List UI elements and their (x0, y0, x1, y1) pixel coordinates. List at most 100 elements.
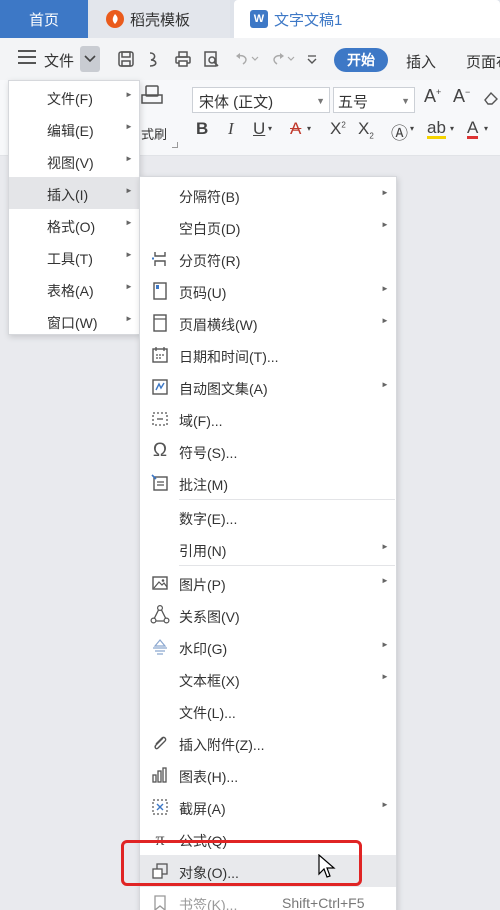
strikethrough-icon[interactable]: A (290, 119, 301, 139)
menu-item-header-line[interactable]: 页眉横线(W) ► (140, 307, 396, 339)
submenu-arrow-icon: ► (125, 314, 133, 323)
menu-item-chart[interactable]: 图表(H)... (140, 759, 396, 791)
menu-item-edit[interactable]: 编辑(E) ► (9, 113, 139, 145)
menu-item-comment[interactable]: 批注(M) (140, 467, 396, 499)
submenu-arrow-icon: ► (381, 188, 389, 197)
submenu-arrow-icon: ► (381, 316, 389, 325)
font-family-select[interactable]: 宋体 (正文) ▼ (192, 87, 330, 113)
redo-icon[interactable] (268, 49, 288, 69)
tab-template-label: 稻壳模板 (130, 11, 191, 29)
undo-dropdown-icon[interactable] (250, 49, 260, 69)
menu-item-attachment[interactable]: 插入附件(Z)... (140, 727, 396, 759)
underline-icon[interactable]: U (253, 119, 265, 139)
menu-item-insert[interactable]: 插入(I) ► (9, 177, 139, 209)
font-color-icon[interactable]: A (467, 119, 479, 139)
font-color-dropdown-icon[interactable]: ▾ (484, 124, 488, 133)
clipboard-group-expander[interactable] (172, 142, 178, 148)
header-line-icon (150, 313, 170, 333)
menu-item-blank-page[interactable]: 空白页(D) ► (140, 211, 396, 243)
submenu-arrow-icon: ► (381, 542, 389, 551)
bookmark-shortcut: Shift+Ctrl+F5 (282, 895, 365, 910)
underline-dropdown-icon[interactable]: ▾ (268, 124, 272, 133)
menu-item-separator[interactable]: 分隔符(B) ► (140, 179, 396, 211)
font-size-select[interactable]: 五号 ▼ (333, 87, 415, 113)
text-effect-dropdown-icon[interactable]: ▾ (410, 124, 414, 133)
file-dropdown-chevron-icon[interactable] (80, 46, 100, 72)
submenu-arrow-icon: ► (125, 282, 133, 291)
subscript-icon[interactable]: X2 (358, 119, 374, 140)
print-preview-icon[interactable] (201, 49, 221, 69)
submenu-arrow-icon: ► (125, 154, 133, 163)
submenu-arrow-icon: ► (381, 284, 389, 293)
menu-item-field[interactable]: 域(F)... (140, 403, 396, 435)
submenu-arrow-icon: ► (381, 640, 389, 649)
undo-icon[interactable] (232, 49, 252, 69)
menu-item-file[interactable]: 文件(F) ► (9, 81, 139, 113)
menu-item-screenshot[interactable]: 截屏(A) ► (140, 791, 396, 823)
text-effect-icon[interactable]: Ⓐ (391, 119, 408, 144)
tab-insert[interactable]: 插入 (406, 51, 436, 72)
tab-home[interactable]: 首页 (0, 0, 88, 38)
redo-dropdown-icon[interactable] (286, 49, 296, 69)
highlight-icon[interactable]: ab (427, 119, 446, 139)
menu-item-symbol[interactable]: Ω 符号(S)... (140, 435, 396, 467)
quick-toolbar: 文件 开始 插入 页面布 (0, 38, 500, 80)
highlight-dropdown-icon[interactable]: ▾ (450, 124, 454, 133)
comment-icon (150, 473, 170, 493)
menu-separator (179, 565, 395, 566)
hamburger-menu-icon[interactable] (18, 50, 36, 66)
menu-item-relation-chart[interactable]: 关系图(V) (140, 599, 396, 631)
export-pdf-icon[interactable] (145, 49, 165, 69)
menu-item-number[interactable]: 数字(E)... (140, 501, 396, 533)
field-icon (150, 409, 170, 429)
tab-start[interactable]: 开始 (334, 48, 388, 72)
title-tab-bar: 首页 稻壳模板 W 文字文稿1 (0, 0, 500, 38)
tab-template[interactable]: 稻壳模板 (90, 0, 230, 38)
menu-item-view[interactable]: 视图(V) ► (9, 145, 139, 177)
italic-icon[interactable]: I (228, 119, 234, 139)
menu-item-reference[interactable]: 引用(N) ► (140, 533, 396, 565)
bold-icon[interactable]: B (196, 119, 208, 139)
menu-item-watermark[interactable]: 水印(G) ► (140, 631, 396, 663)
daoke-logo-icon (106, 10, 124, 28)
picture-icon (150, 573, 170, 593)
print-icon[interactable] (173, 49, 193, 69)
submenu-arrow-icon: ► (125, 186, 133, 195)
menu-item-date-time[interactable]: 日期和时间(T)... (140, 339, 396, 371)
tab-document[interactable]: W 文字文稿1 (234, 0, 500, 38)
menu-item-window[interactable]: 窗口(W) ► (9, 305, 139, 337)
format-painter-icon[interactable] (140, 84, 164, 106)
menu-item-autotext[interactable]: 自动图文集(A) ► (140, 371, 396, 403)
font-size-value: 五号 (338, 94, 369, 111)
menu-item-bookmark[interactable]: 书签(K)... Shift+Ctrl+F5 (140, 887, 396, 910)
chart-icon (150, 765, 170, 785)
menu-item-insert-file[interactable]: 文件(L)... (140, 695, 396, 727)
menu-item-table[interactable]: 表格(A) ► (9, 273, 139, 305)
menu-item-page-number[interactable]: 页码(U) ► (140, 275, 396, 307)
clear-format-icon[interactable] (482, 90, 500, 106)
file-menu-button[interactable]: 文件 (44, 50, 74, 71)
relation-icon (150, 605, 170, 625)
menu-item-textbox[interactable]: 文本框(X) ► (140, 663, 396, 695)
writer-doc-icon: W (250, 10, 268, 28)
tab-page-layout[interactable]: 页面布 (466, 51, 500, 72)
save-icon[interactable] (116, 49, 136, 69)
shrink-font-icon[interactable]: A− (453, 86, 470, 107)
strikethrough-dropdown-icon[interactable]: ▾ (307, 124, 311, 133)
submenu-arrow-icon: ► (381, 576, 389, 585)
menu-item-format[interactable]: 格式(O) ► (9, 209, 139, 241)
menu-item-tools[interactable]: 工具(T) ► (9, 241, 139, 273)
format-painter-label[interactable]: 式刷 (141, 124, 167, 143)
grow-font-icon[interactable]: A+ (424, 86, 441, 107)
customize-toolbar-icon[interactable] (302, 49, 322, 69)
submenu-arrow-icon: ► (125, 122, 133, 131)
menu-item-picture[interactable]: 图片(P) ► (140, 567, 396, 599)
menu-item-page-break[interactable]: 分页符(R) (140, 243, 396, 275)
omega-icon: Ω (152, 440, 168, 461)
superscript-icon[interactable]: X2 (330, 119, 346, 139)
calendar-icon (150, 345, 170, 365)
tab-home-label: 首页 (28, 11, 59, 29)
watermark-icon (150, 637, 170, 657)
submenu-arrow-icon: ► (381, 800, 389, 809)
mouse-cursor-icon (318, 854, 336, 880)
